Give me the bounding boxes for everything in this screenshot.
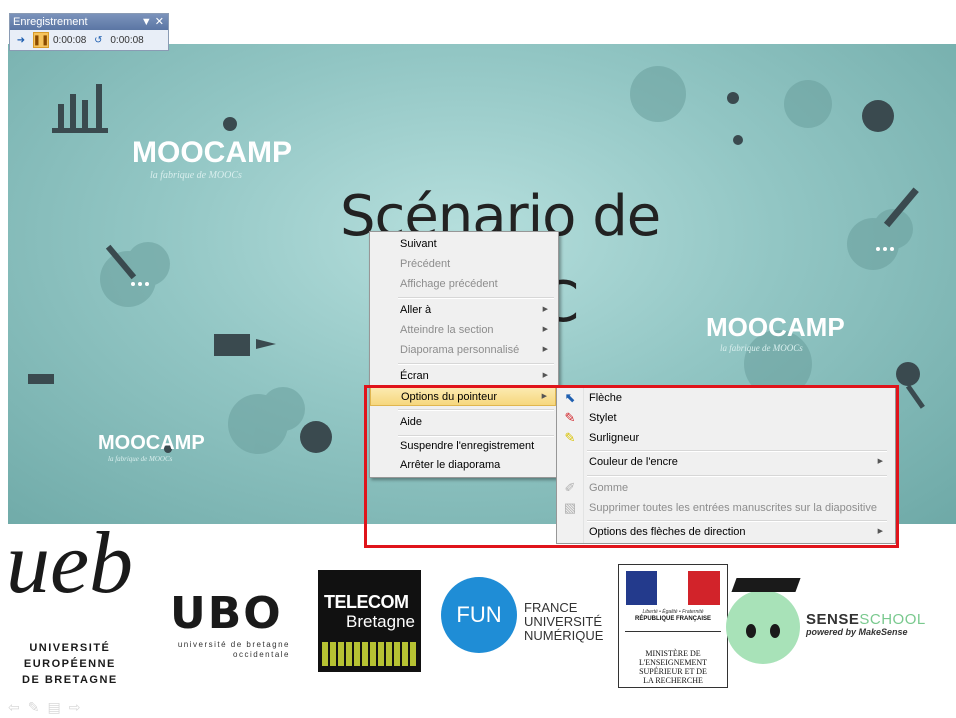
menu-item-atteindre-section: Atteindre la section ▶	[370, 320, 556, 340]
senseschool-logo-text: SENSESCHOOL	[806, 611, 926, 628]
menu-item-label: Diaporama personnalisé	[400, 344, 520, 356]
ueb-line: DE BRETAGNE	[22, 674, 118, 686]
mascot-eye	[746, 624, 756, 638]
senseschool-mascot-icon	[726, 590, 800, 664]
recording-toolbar[interactable]: Enregistrement ▼ ✕ ➜ ❚❚ 0:00:08 ↺ 0:00:0…	[9, 13, 169, 51]
fun-logo-text: FRANCE UNIVERSITÉ NUMÉRIQUE	[524, 601, 603, 643]
pen-icon[interactable]: ✎	[28, 699, 48, 715]
ueb-logo-text: UNIVERSITÉ EUROPÉENNE DE BRETAGNE	[22, 640, 118, 688]
menu-item-suivant[interactable]: Suivant	[370, 234, 556, 254]
telecom-bretagne-logo: TELECOM Bretagne	[318, 570, 421, 672]
menu-item-affichage-precedent: Affichage précédent	[370, 274, 556, 294]
mascot-eye	[770, 624, 780, 638]
next-arrow-icon[interactable]: ➜	[13, 32, 29, 48]
ministry-line: L'ENSEIGNEMENT	[638, 658, 708, 667]
fun-logo-mark: FUN	[441, 577, 517, 653]
recording-toolbar-titlebar[interactable]: Enregistrement ▼ ✕	[10, 14, 168, 30]
ubo-line: occidentale	[233, 650, 290, 659]
menu-item-label: Précédent	[400, 258, 451, 270]
ueb-logo-mark: ueb	[6, 515, 134, 612]
telecom-line2: Bretagne	[346, 612, 415, 631]
ueb-line: UNIVERSITÉ	[29, 642, 111, 654]
menu-icon[interactable]: ▤	[47, 699, 68, 715]
dropdown-arrow-icon[interactable]: ▼	[141, 16, 152, 28]
moocamp-logo: MOOCAMP la fabrique de MOOCs	[132, 136, 292, 181]
fun-line: NUMÉRIQUE	[524, 628, 604, 643]
menu-item-label: Écran	[400, 370, 429, 382]
menu-item-label: Atteindre la section	[400, 324, 494, 336]
submenu-arrow-icon: ▶	[542, 326, 548, 333]
menu-item-precedent: Précédent	[370, 254, 556, 274]
recording-controls: ➜ ❚❚ 0:00:08 ↺ 0:00:08	[10, 30, 168, 50]
menu-separator	[398, 363, 554, 365]
fun-line: FRANCE	[524, 600, 578, 615]
close-icon[interactable]: ✕	[155, 16, 164, 28]
ministry-line: MINISTÈRE DE	[645, 649, 701, 658]
moocamp-tagline: la fabrique de MOOCs	[720, 343, 803, 353]
ubo-line: université de bretagne	[177, 640, 290, 649]
moocamp-logo-text: MOOCAMP	[132, 136, 292, 169]
moocamp-logo: MOOCAMP la fabrique de MOOCs	[98, 432, 205, 463]
ministry-logo: Liberté • Égalité • Fraternité RÉPUBLIQU…	[618, 564, 728, 688]
menu-item-diaporama-personnalise: Diaporama personnalisé ▶	[370, 340, 556, 360]
toolbar-controls[interactable]: ▼ ✕	[141, 14, 164, 30]
graduation-cap-icon	[731, 578, 801, 592]
slideshow-nav-bar: ⇦✎▤⇨	[8, 699, 88, 716]
total-time: 0:00:08	[110, 34, 144, 46]
next-arrow-icon[interactable]: ⇨	[69, 699, 89, 715]
french-flag-icon	[626, 571, 720, 605]
recording-toolbar-title: Enregistrement	[13, 16, 88, 28]
moocamp-tagline: la fabrique de MOOCs	[108, 455, 173, 463]
telecom-line1: TELECOM	[324, 592, 409, 612]
repeat-icon[interactable]: ↺	[90, 32, 106, 48]
moocamp-tagline: la fabrique de MOOCs	[150, 170, 242, 181]
republic-motto: Liberté • Égalité • Fraternité	[642, 609, 704, 615]
previous-arrow-icon[interactable]: ⇦	[8, 699, 28, 715]
menu-separator	[398, 297, 554, 299]
ueb-line: EUROPÉENNE	[23, 658, 116, 670]
ministry-line: LA RECHERCHE	[643, 676, 703, 685]
telecom-pattern	[322, 642, 417, 666]
submenu-arrow-icon: ▶	[542, 306, 548, 313]
slide-time: 0:00:08	[53, 34, 87, 46]
moocamp-logo-text: MOOCAMP	[706, 312, 845, 342]
senseschool-tagline: powered by MakeSense	[806, 627, 908, 637]
senseschool-brand-b: SCHOOL	[859, 611, 926, 628]
senseschool-brand-a: SENSE	[806, 611, 860, 628]
ubo-logo-text: université de bretagne occidentale	[166, 640, 290, 660]
moocamp-logo-text: MOOCAMP	[98, 432, 205, 454]
menu-item-label: Affichage précédent	[400, 278, 498, 290]
ubo-logo-mark: UBO	[170, 588, 283, 639]
submenu-arrow-icon: ▶	[542, 372, 548, 379]
menu-item-aller-a[interactable]: Aller à ▶	[370, 300, 556, 320]
pause-icon[interactable]: ❚❚	[33, 32, 49, 48]
moocamp-logo: MOOCAMP la fabrique de MOOCs	[706, 312, 845, 353]
fun-line: UNIVERSITÉ	[524, 614, 603, 629]
ministry-text: MINISTÈRE DE L'ENSEIGNEMENT SUPÉRIEUR ET…	[623, 649, 723, 685]
menu-item-label: Suivant	[400, 238, 437, 250]
ministry-line: SUPÉRIEUR ET DE	[639, 667, 707, 676]
highlight-frame	[364, 385, 899, 548]
republic-name: RÉPUBLIQUE FRANÇAISE	[634, 616, 711, 622]
menu-item-ecran[interactable]: Écran ▶	[370, 366, 556, 386]
submenu-arrow-icon: ▶	[542, 346, 548, 353]
menu-item-label: Aller à	[400, 304, 432, 316]
divider	[625, 631, 721, 632]
